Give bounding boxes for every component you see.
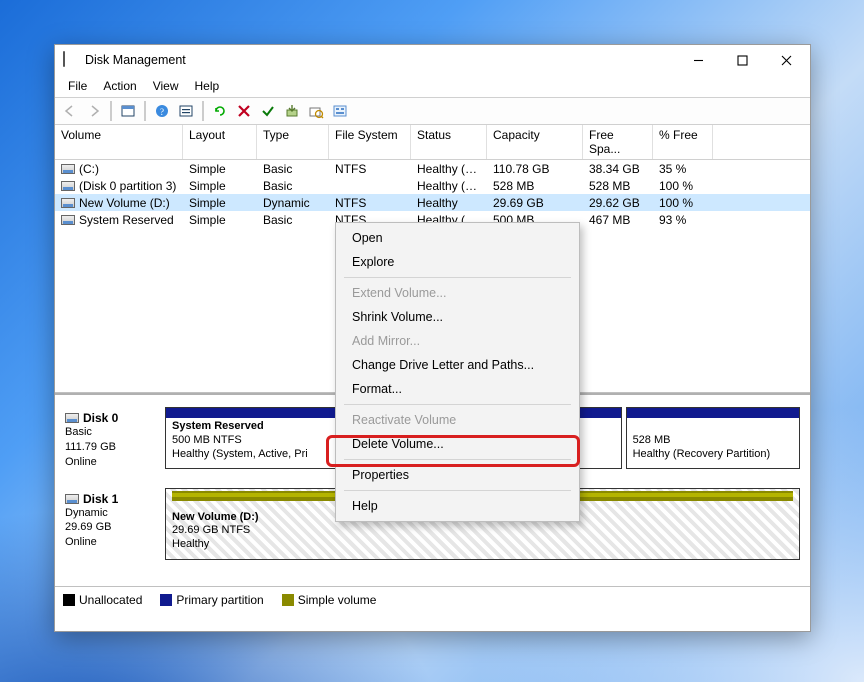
cell: Dynamic — [257, 196, 329, 210]
cell: Healthy (R... — [411, 179, 487, 193]
ctx-reactivate-volume: Reactivate Volume — [338, 408, 577, 432]
volume-row[interactable]: (Disk 0 partition 3)SimpleBasic Healthy (… — [55, 177, 810, 194]
drive-icon — [61, 181, 75, 191]
cell: 467 MB — [583, 213, 653, 227]
mount-icon[interactable] — [281, 100, 303, 122]
properties-button[interactable] — [175, 100, 197, 122]
drive-icon — [61, 164, 75, 174]
volume-context-menu: Open Explore Extend Volume... Shrink Vol… — [335, 222, 580, 522]
settings-icon[interactable] — [329, 100, 351, 122]
col-type[interactable]: Type — [257, 125, 329, 159]
cell: 528 MB — [487, 179, 583, 193]
ctx-separator — [344, 404, 571, 405]
maximize-button[interactable] — [720, 46, 764, 74]
drive-icon — [61, 215, 75, 225]
cell: Basic — [257, 179, 329, 193]
cell: 100 % — [653, 196, 713, 210]
drive-icon — [61, 198, 75, 208]
cell: NTFS — [329, 162, 411, 176]
ctx-delete-volume[interactable]: Delete Volume... — [338, 432, 577, 456]
col-free[interactable]: Free Spa... — [583, 125, 653, 159]
toolbar-separator — [202, 101, 204, 121]
ctx-separator — [344, 490, 571, 491]
toolbar-separator — [144, 101, 146, 121]
disk-label[interactable]: Disk 0 Basic111.79 GBOnline — [65, 407, 159, 474]
legend: Unallocated Primary partition Simple vol… — [55, 586, 810, 612]
cell: Basic — [257, 162, 329, 176]
ctx-format[interactable]: Format... — [338, 377, 577, 401]
cell: Simple — [183, 213, 257, 227]
window-title: Disk Management — [85, 53, 676, 67]
ctx-add-mirror: Add Mirror... — [338, 329, 577, 353]
back-button[interactable] — [59, 100, 81, 122]
legend-simple: Simple volume — [282, 592, 377, 607]
app-icon — [63, 52, 79, 68]
cell: 38.34 GB — [583, 162, 653, 176]
ctx-shrink-volume[interactable]: Shrink Volume... — [338, 305, 577, 329]
disk-icon — [65, 413, 79, 423]
refresh-button[interactable] — [209, 100, 231, 122]
toolbar-separator — [110, 101, 112, 121]
menu-view[interactable]: View — [146, 77, 186, 95]
ctx-separator — [344, 277, 571, 278]
legend-unallocated: Unallocated — [63, 592, 142, 607]
cell: 528 MB — [583, 179, 653, 193]
col-filesystem[interactable]: File System — [329, 125, 411, 159]
cell: 29.62 GB — [583, 196, 653, 210]
commit-icon[interactable] — [257, 100, 279, 122]
help-button[interactable]: ? — [151, 100, 173, 122]
col-volume[interactable]: Volume — [55, 125, 183, 159]
volume-row[interactable]: (C:)SimpleBasicNTFSHealthy (B...110.78 G… — [55, 160, 810, 177]
cell: Simple — [183, 179, 257, 193]
disk-label[interactable]: Disk 1 Dynamic29.69 GBOnline — [65, 488, 159, 560]
col-layout[interactable]: Layout — [183, 125, 257, 159]
toolbar: ? — [55, 97, 810, 125]
cell: 35 % — [653, 162, 713, 176]
cell: Basic — [257, 213, 329, 227]
cell: (C:) — [55, 162, 183, 176]
menubar: File Action View Help — [55, 75, 810, 97]
disk-icon — [65, 494, 79, 504]
col-status[interactable]: Status — [411, 125, 487, 159]
menu-file[interactable]: File — [61, 77, 94, 95]
ctx-open[interactable]: Open — [338, 226, 577, 250]
cell: New Volume (D:) — [55, 196, 183, 210]
legend-primary: Primary partition — [160, 592, 263, 607]
close-button[interactable] — [764, 46, 808, 74]
volume-row[interactable]: New Volume (D:)SimpleDynamicNTFSHealthy2… — [55, 194, 810, 211]
forward-button[interactable] — [83, 100, 105, 122]
volume-stripe — [627, 408, 799, 418]
titlebar[interactable]: Disk Management — [55, 45, 810, 75]
ctx-extend-volume: Extend Volume... — [338, 281, 577, 305]
volume-block[interactable]: 528 MBHealthy (Recovery Partition) — [626, 407, 800, 469]
cell: 100 % — [653, 179, 713, 193]
ctx-change-drive-letter[interactable]: Change Drive Letter and Paths... — [338, 353, 577, 377]
ctx-separator — [344, 459, 571, 460]
ctx-explore[interactable]: Explore — [338, 250, 577, 274]
col-capacity[interactable]: Capacity — [487, 125, 583, 159]
delete-icon[interactable] — [233, 100, 255, 122]
menu-action[interactable]: Action — [96, 77, 143, 95]
cell: Healthy — [411, 196, 487, 210]
ctx-help[interactable]: Help — [338, 494, 577, 518]
cell: (Disk 0 partition 3) — [55, 179, 183, 193]
menu-help[interactable]: Help — [188, 77, 227, 95]
show-hide-console-button[interactable] — [117, 100, 139, 122]
cell: Simple — [183, 196, 257, 210]
rescan-icon[interactable] — [305, 100, 327, 122]
minimize-button[interactable] — [676, 46, 720, 74]
cell: 93 % — [653, 213, 713, 227]
cell: 29.69 GB — [487, 196, 583, 210]
volume-list-header[interactable]: Volume Layout Type File System Status Ca… — [55, 125, 810, 160]
ctx-properties[interactable]: Properties — [338, 463, 577, 487]
cell: System Reserved — [55, 213, 183, 227]
cell: Simple — [183, 162, 257, 176]
cell: 110.78 GB — [487, 162, 583, 176]
cell: NTFS — [329, 196, 411, 210]
svg-text:?: ? — [160, 107, 164, 117]
col-pfree[interactable]: % Free — [653, 125, 713, 159]
cell: Healthy (B... — [411, 162, 487, 176]
